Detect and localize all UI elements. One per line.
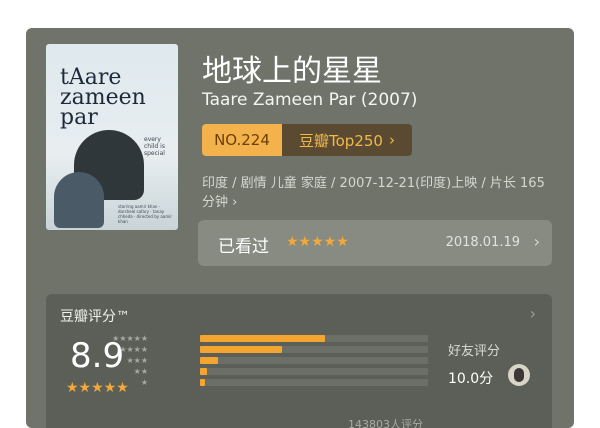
distribution-bar: [200, 368, 207, 375]
poster-credits: starring aamir khan · darsheel safary · …: [118, 204, 172, 224]
rating-count: 143803人评分: [348, 418, 423, 428]
poster-tagline: every child is special: [144, 136, 165, 157]
seen-status-row[interactable]: 已看过 ★★★★★ 2018.01.19 ›: [198, 220, 552, 266]
chevron-right-icon: ›: [388, 131, 395, 149]
chevron-right-icon[interactable]: ›: [530, 304, 536, 323]
movie-meta-text: 印度 / 剧情 儿童 家庭 / 2007-12-21(印度)上映 / 片长 16…: [202, 176, 545, 210]
distribution-star-label: ★★★★: [119, 345, 148, 354]
poster-title: tAare zameen par: [60, 65, 146, 130]
movie-card: tAare zameen par every child is special …: [26, 28, 574, 428]
poster-figure-child: [54, 172, 104, 228]
top250-badge[interactable]: NO.224 豆瓣Top250 ›: [202, 124, 412, 156]
douban-rating-panel[interactable]: 豆瓣评分™ › 8.9 ★★★★★ ★★★★★ ★★★★ ★★★ ★★ ★ 14…: [46, 294, 552, 428]
movie-poster[interactable]: tAare zameen par every child is special …: [46, 44, 178, 230]
seen-date: 2018.01.19: [445, 235, 520, 250]
distribution-bar: [200, 357, 219, 364]
distribution-star-label: ★★★: [126, 356, 148, 365]
distribution-bar: [200, 379, 205, 386]
rating-header: 豆瓣评分™: [60, 309, 130, 325]
my-rating-stars: ★★★★★: [286, 234, 349, 250]
movie-original-title: Taare Zameen Par (2007): [202, 90, 418, 110]
distribution-bar: [200, 346, 283, 353]
distribution-star-label: ★★★★★: [112, 334, 148, 343]
distribution-bar: [200, 335, 326, 342]
friend-rating-score: 10.0分: [448, 371, 494, 387]
rank-number: NO.224: [202, 124, 282, 156]
distribution-star-label: ★: [140, 378, 148, 387]
distribution-star-label: ★★: [133, 367, 148, 376]
friend-rating-label: 好友评分: [448, 344, 501, 359]
top250-link[interactable]: 豆瓣Top250 ›: [282, 124, 412, 156]
movie-title: 地球上的星星: [202, 54, 382, 89]
top250-label: 豆瓣Top250: [299, 131, 383, 150]
chevron-right-icon: ›: [232, 195, 238, 210]
seen-label: 已看过: [218, 237, 269, 257]
chevron-right-icon: ›: [533, 232, 540, 251]
friend-avatar[interactable]: [508, 364, 530, 386]
movie-meta[interactable]: 印度 / 剧情 儿童 家庭 / 2007-12-21(印度)上映 / 片长 16…: [202, 174, 552, 212]
